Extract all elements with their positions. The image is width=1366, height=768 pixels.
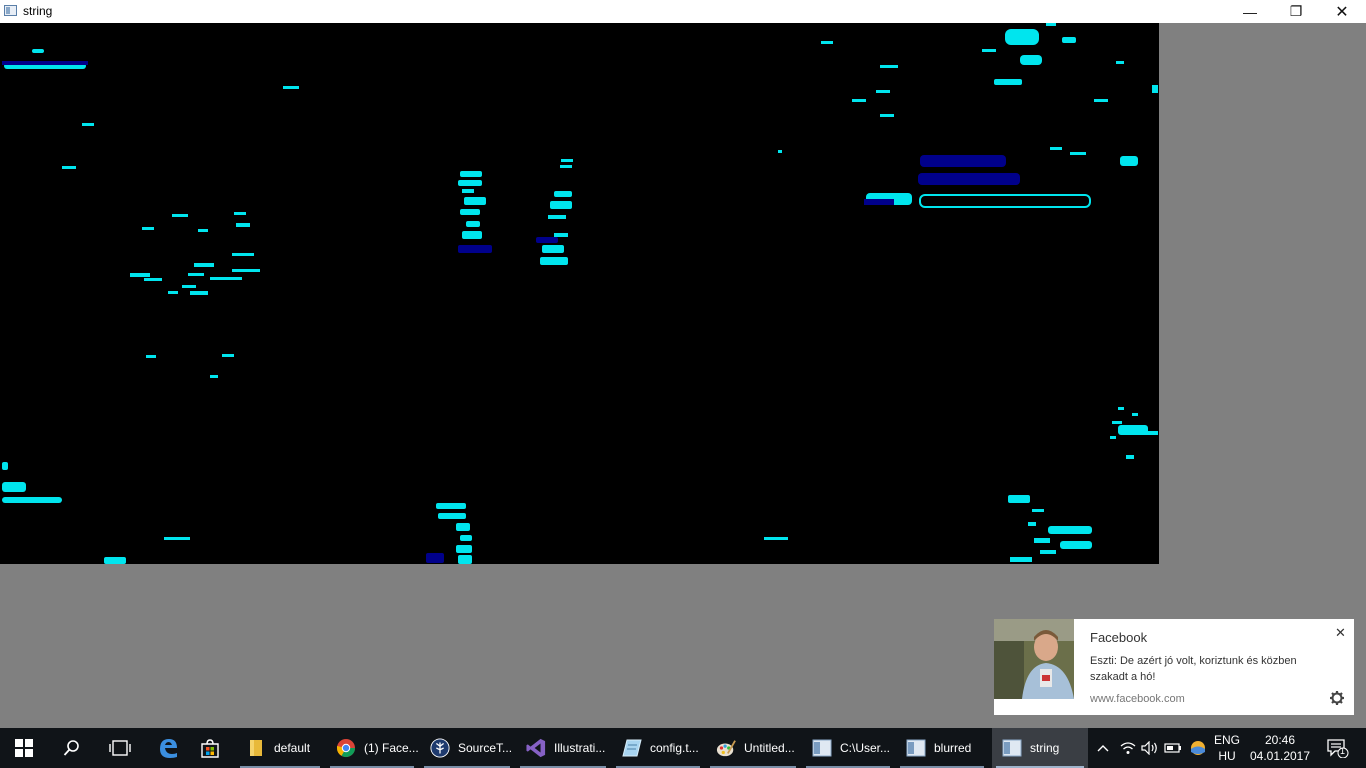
image-canvas — [0, 23, 1159, 564]
facebook-notification-toast[interactable]: Facebook Eszti: De azért jó volt, korizt… — [994, 619, 1354, 715]
notification-close-button[interactable]: ✕ — [1335, 625, 1346, 641]
store-taskbar-button[interactable] — [186, 728, 234, 768]
paint-icon — [716, 738, 736, 758]
window-title-bar: string — ❐ ✕ — [0, 0, 1366, 23]
app-window-icon — [4, 5, 17, 16]
weather-app-icon — [1191, 741, 1205, 755]
window-title: string — [23, 4, 53, 18]
speaker-icon — [1141, 741, 1157, 755]
input-language-indicator[interactable]: ENG HU — [1212, 732, 1242, 764]
taskbar-app-label: Untitled... — [744, 741, 795, 755]
taskbar-app-label: (1) Face... — [364, 741, 418, 755]
search-icon — [63, 740, 79, 756]
notification-icon — [1327, 739, 1349, 758]
battery-icon — [1164, 743, 1181, 753]
edge-taskbar-button[interactable] — [144, 728, 192, 768]
maximize-button[interactable]: ❐ — [1273, 0, 1319, 23]
notification-source: www.facebook.com — [1090, 693, 1185, 705]
taskbar: default (1) Face... SourceT... Illustrat… — [0, 728, 1366, 768]
task-view-icon — [109, 740, 131, 756]
edge-detection-image — [2, 23, 1158, 564]
clock-time: 20:46 — [1264, 733, 1296, 747]
volume-button[interactable] — [1140, 728, 1160, 768]
language-code: ENG — [1213, 733, 1240, 747]
taskbar-app-visual-studio[interactable]: Illustrati... — [516, 728, 610, 768]
minimize-button[interactable]: — — [1227, 0, 1273, 23]
windows-logo-icon — [15, 739, 33, 757]
window-icon — [906, 738, 926, 758]
taskbar-app-string[interactable]: string — [992, 728, 1088, 768]
search-button[interactable] — [48, 728, 96, 768]
tray-app-button[interactable] — [1186, 728, 1210, 768]
notepad-icon — [622, 738, 642, 758]
clock[interactable]: 20:46 04.01.2017 — [1247, 732, 1313, 764]
taskbar-app-default[interactable]: default — [236, 728, 324, 768]
taskbar-app-label: default — [274, 741, 311, 755]
edge-icon — [160, 739, 177, 758]
taskbar-app-label: C:\User... — [840, 741, 891, 755]
keyboard-layout-code: HU — [1218, 749, 1236, 763]
taskbar-app-label: string — [1030, 741, 1060, 755]
wifi-icon — [1120, 742, 1136, 754]
notification-count-badge: 1 — [1340, 746, 1346, 756]
battery-button[interactable] — [1162, 728, 1184, 768]
action-center-button[interactable]: 1 — [1318, 728, 1358, 768]
close-icon: ✕ — [1335, 625, 1346, 640]
notification-avatar — [994, 619, 1074, 699]
clock-date: 04.01.2017 — [1249, 749, 1311, 763]
close-icon: ✕ — [1335, 3, 1349, 21]
taskbar-app-paint[interactable]: Untitled... — [706, 728, 800, 768]
taskbar-app-label: blurred — [934, 741, 972, 755]
visual-studio-icon — [526, 738, 546, 758]
folder-icon — [246, 738, 266, 758]
start-button[interactable] — [0, 728, 48, 768]
notification-message: Eszti: De azért jó volt, koriztunk és kö… — [1090, 655, 1297, 683]
taskbar-app-blurred[interactable]: blurred — [896, 728, 988, 768]
notification-settings-button[interactable] — [1330, 691, 1344, 709]
taskbar-app-label: SourceT... — [458, 741, 513, 755]
store-icon — [201, 739, 219, 758]
task-view-button[interactable] — [96, 728, 144, 768]
gear-icon — [1330, 691, 1344, 705]
restore-icon: ❐ — [1289, 3, 1303, 19]
close-button[interactable]: ✕ — [1319, 0, 1365, 23]
taskbar-app-notepad[interactable]: config.t... — [612, 728, 704, 768]
window-icon — [812, 738, 832, 758]
network-button[interactable] — [1118, 728, 1138, 768]
minimize-icon: — — [1243, 3, 1257, 20]
taskbar-app-label: config.t... — [650, 741, 699, 755]
sourcetree-icon — [430, 738, 450, 758]
taskbar-app-chrome[interactable]: (1) Face... — [326, 728, 418, 768]
show-hidden-icons-button[interactable] — [1094, 728, 1112, 768]
chrome-icon — [336, 738, 356, 758]
notification-app-name: Facebook — [1090, 630, 1148, 645]
window-icon — [1002, 738, 1022, 758]
chevron-up-icon — [1097, 745, 1109, 752]
taskbar-app-label: Illustrati... — [554, 741, 606, 755]
taskbar-app-explorer-window[interactable]: C:\User... — [802, 728, 894, 768]
taskbar-app-sourcetree[interactable]: SourceT... — [420, 728, 514, 768]
